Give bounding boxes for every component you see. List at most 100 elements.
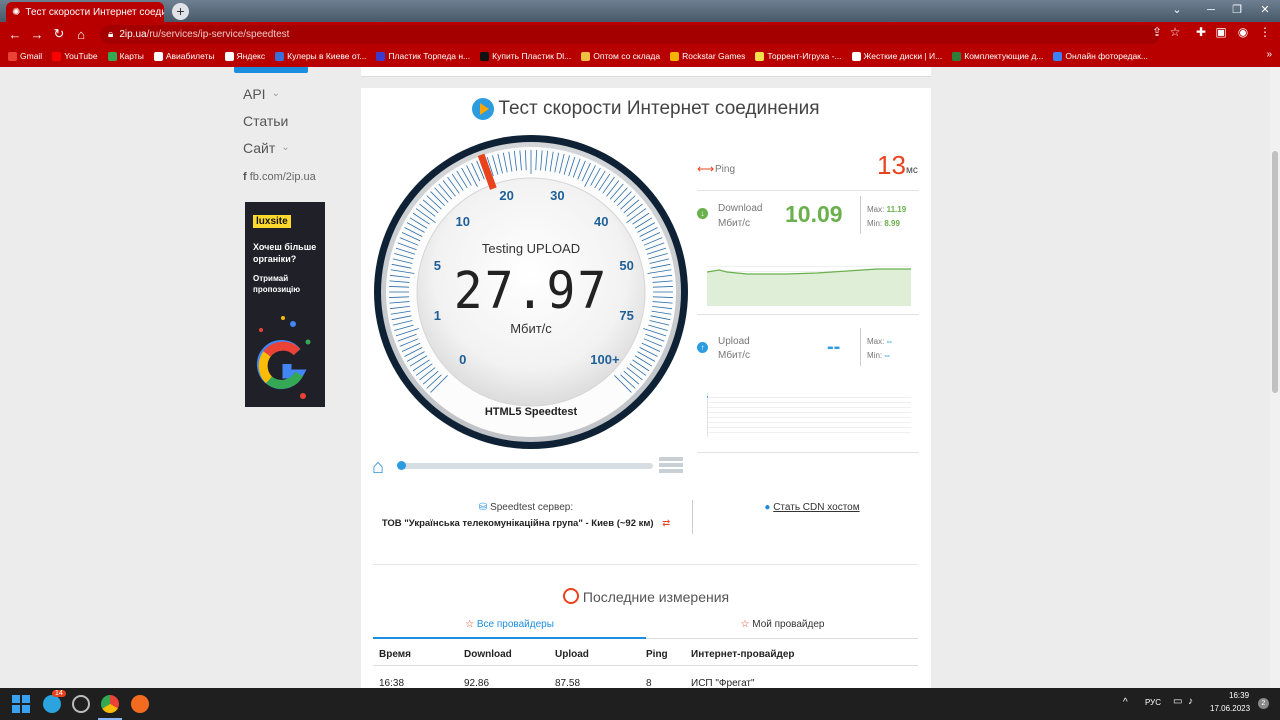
server-icon: ⛁: [478, 502, 488, 513]
page-title-text: Тест скорости Интернет соединения: [498, 98, 820, 119]
download-chart-line: [707, 268, 911, 306]
profile-avatar[interactable]: ◉: [1234, 25, 1252, 39]
windows-start-icon[interactable]: [12, 695, 30, 713]
telegram-icon[interactable]: 14: [43, 690, 66, 713]
network-icon[interactable]: ▭: [1173, 696, 1182, 707]
upload-arrow-icon: ↑: [697, 342, 708, 353]
gauge-label: 10: [455, 213, 470, 229]
bookmark-item[interactable]: Оптом со склада: [581, 51, 660, 61]
download-value: 10.09: [785, 201, 843, 227]
bookmark-item[interactable]: Жесткие диски | И...: [851, 51, 942, 61]
google-logo-icon: [256, 316, 311, 399]
ping-row: ⟷ Ping 13 мс: [697, 150, 919, 186]
facebook-icon: f: [243, 171, 247, 183]
facebook-link[interactable]: f fb.com/2ip.ua: [243, 171, 316, 183]
menu-kebab-icon[interactable]: ⋮: [1256, 25, 1274, 39]
bookmark-item[interactable]: Купить Пластик Dl...: [480, 51, 571, 61]
provider-tabs: ☆ Все провайдеры ☆ Мой провайдер: [373, 615, 918, 639]
bookmark-item[interactable]: Пластик Торпеда н...: [376, 51, 470, 61]
bookmark-item[interactable]: Авиабилеты: [153, 51, 215, 61]
url-path: /ru/services/ip-service/speedtest: [146, 29, 290, 40]
clock-time[interactable]: 16:39: [1229, 691, 1249, 700]
cdn-host-link[interactable]: ● Стать CDN хостом: [693, 502, 931, 513]
speedometer-app-icon[interactable]: [72, 695, 90, 713]
recent-title: Последние измерения: [361, 588, 931, 605]
divider: [697, 190, 919, 191]
recent-table: Время Download Upload Ping Интернет-пров…: [373, 644, 918, 694]
server-name: ТОВ "Українська телекомунікаційна група"…: [381, 518, 654, 529]
tab-search-button[interactable]: ⌄: [1160, 0, 1194, 20]
speed-unit: Мбит/с: [510, 321, 552, 336]
bookmark-item[interactable]: Карты: [107, 51, 144, 61]
tab-my-provider[interactable]: ☆ Мой провайдер: [646, 615, 919, 639]
tab-all-providers[interactable]: ☆ Все провайдеры: [373, 615, 646, 639]
bookmark-item[interactable]: Кулеры в Киеве от...: [275, 51, 366, 61]
sidebar-item-label: Сайт: [243, 139, 276, 156]
tray-overflow-icon[interactable]: ^: [1123, 697, 1128, 708]
clock-date[interactable]: 17.06.2023: [1210, 704, 1250, 713]
divider: [860, 328, 861, 366]
speedtest-card: Тест скорости Интернет соединения 0 1 5 10 2…: [361, 88, 931, 689]
sidebar-item-articles[interactable]: Статьи: [243, 107, 290, 134]
ping-arrows-icon: ⟷: [697, 162, 715, 176]
bookmark-star-icon[interactable]: ☆: [1166, 25, 1184, 39]
bookmark-item[interactable]: Комплектующие д...: [952, 51, 1043, 61]
home-icon[interactable]: ⌂: [372, 456, 384, 479]
bookmark-label: Купить Пластик Dl...: [492, 51, 572, 61]
column-header: Upload: [555, 649, 589, 660]
upload-value: --: [827, 336, 841, 358]
ad-cta: Отримай пропозицію: [253, 274, 301, 294]
reload-icon[interactable]: ↻: [48, 26, 70, 42]
close-window-button[interactable]: ✕: [1248, 0, 1280, 20]
home-icon[interactable]: ⌂: [70, 27, 92, 42]
forward-icon[interactable]: →: [26, 27, 48, 42]
back-icon[interactable]: ←: [4, 27, 26, 42]
notifications-icon[interactable]: 2: [1258, 698, 1269, 709]
active-nav-indicator: [234, 67, 308, 73]
change-server-icon[interactable]: ⇄: [662, 518, 670, 529]
bookmark-favicon-icon: [851, 51, 861, 61]
download-chart: [707, 262, 911, 306]
avast-icon[interactable]: [131, 695, 149, 713]
address-bar[interactable]: 🔒︎ 2ip.ua/ru/services/ip-service/speedte…: [100, 25, 1160, 44]
bookmark-item[interactable]: Онлайн фоторедак...: [1053, 51, 1148, 61]
bookmark-item[interactable]: Торрент-Игруха -...: [755, 51, 842, 61]
bookmarks-bar: Gmail YouTube Карты Авиабилеты Яндекс Кулеры …: [0, 47, 1280, 65]
bookmark-favicon-icon: [275, 51, 285, 61]
bookmark-item[interactable]: Rockstar Games: [670, 51, 745, 61]
download-row: ↓ Download Мбит/с 10.09 Max: 11.19 Min: …: [697, 196, 919, 236]
tab-strip: ✺ Тест скорости Интернет соедин... ✕ + ⌄…: [0, 0, 1280, 22]
sidebar-item-label: API: [243, 85, 266, 102]
share-icon[interactable]: ⇪: [1148, 25, 1166, 39]
server-info: ⛁ Speedtest сервер: ТОВ "Українська теле…: [361, 502, 691, 529]
bookmark-item[interactable]: Яндекс: [224, 51, 265, 61]
server-list-icon[interactable]: [659, 457, 683, 474]
sidebar-item-api[interactable]: API ⌄: [243, 80, 290, 107]
sidepanel-icon[interactable]: ▣: [1212, 25, 1230, 39]
gauge-label: 20: [499, 188, 514, 204]
speedtest-logo-icon: [472, 98, 495, 120]
lock-icon: 🔒︎: [108, 29, 114, 40]
cell-provider: ИСП "Фрегат": [691, 677, 755, 689]
ad-banner[interactable]: luxsite Хочеш більше органіки? Отримай п…: [245, 202, 325, 407]
cdn-host-label: Стать CDN хостом: [773, 502, 860, 513]
sidebar-item-site[interactable]: Сайт ⌄: [243, 134, 290, 161]
tab-label: Все провайдеры: [476, 619, 554, 630]
scrollbar-thumb[interactable]: [1272, 151, 1278, 393]
browser-tab[interactable]: ✺ Тест скорости Интернет соедин... ✕: [6, 2, 164, 22]
divider: [860, 196, 861, 234]
volume-icon[interactable]: ♪: [1188, 696, 1193, 707]
bookmark-item[interactable]: YouTube: [52, 51, 98, 61]
chrome-icon[interactable]: [101, 695, 119, 713]
column-header: Время: [379, 649, 411, 660]
bookmark-favicon-icon: [755, 51, 765, 61]
sidebar-item-label: Статьи: [243, 112, 289, 129]
cell-time: 16:38: [379, 677, 405, 689]
url-host: 2ip.ua: [119, 29, 147, 40]
more-bookmarks-icon[interactable]: »: [1266, 49, 1272, 60]
extensions-icon[interactable]: ✚: [1192, 25, 1210, 39]
bookmark-item[interactable]: Gmail: [8, 51, 42, 61]
new-tab-button[interactable]: +: [172, 3, 189, 20]
page-scrollbar[interactable]: [1270, 67, 1280, 688]
language-indicator[interactable]: РУС: [1145, 698, 1161, 707]
